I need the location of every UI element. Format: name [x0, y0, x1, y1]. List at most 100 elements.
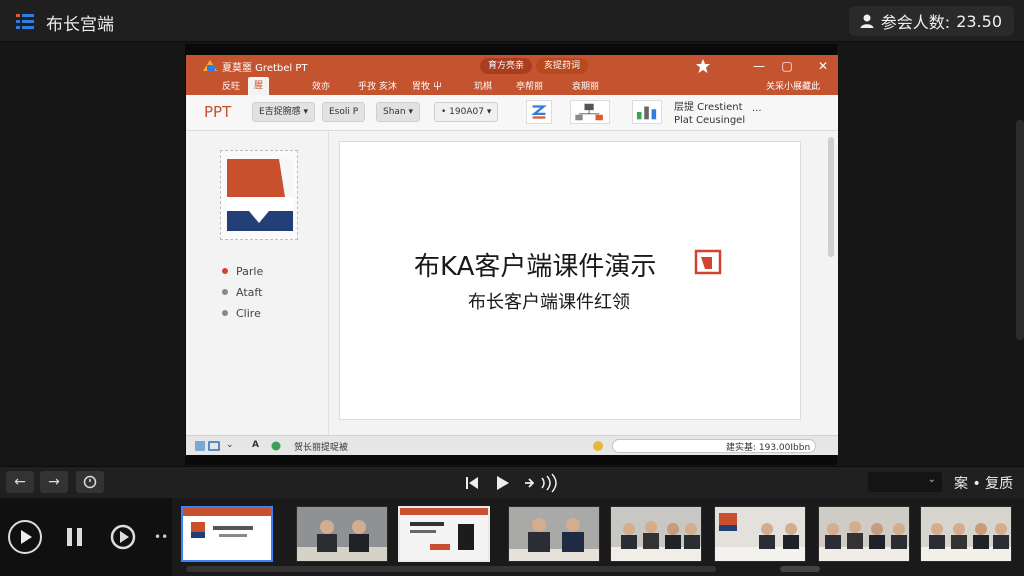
thumbnail-meeting-3[interactable]: [610, 506, 702, 562]
ppt-ribbon: PPT E吉捉腕感 ▾ Esoli P Shan ▾ • 190A07 ▾ 层提…: [186, 95, 838, 131]
header-pill-2[interactable]: 亥提荮词: [536, 58, 589, 74]
tab-6[interactable]: 玑棋: [474, 79, 492, 92]
minimize-icon[interactable]: —: [750, 58, 768, 74]
participants-label: 参会人数:: [880, 13, 951, 32]
status-dot-icon: [271, 441, 281, 451]
presentation-control-bar: ← → ⌄ 案 • 复质: [0, 466, 1024, 498]
tab-5[interactable]: 胃牧 屮: [412, 79, 442, 92]
thumbnail-scrollbar[interactable]: [186, 566, 716, 572]
bullet-item-2: Ataft: [222, 286, 262, 299]
thumbnail-meeting-graphic: [819, 507, 909, 561]
grid-icon[interactable]: [194, 440, 206, 452]
ribbon-dropdown-1-label: E吉捉腕感: [259, 107, 301, 117]
shapes-icon[interactable]: [526, 100, 552, 124]
bottom-panel: ••: [0, 498, 1024, 576]
tab-1[interactable]: 反旺: [222, 79, 240, 92]
back-arrow-button[interactable]: ←: [6, 471, 34, 493]
slide-thumbnail-pane: Parle Ataft Clire: [186, 132, 329, 435]
thumbnail-meeting-2[interactable]: [508, 506, 600, 562]
slide-box-icon: [694, 249, 722, 275]
thumbnail-meeting-5[interactable]: [818, 506, 910, 562]
text-icon[interactable]: A: [252, 440, 259, 450]
ppt-titlebar: 夏莫噩 Gretbel PT 育方亮亲 亥提荮词 — ▢ ✕: [186, 55, 838, 77]
thumbnail-meeting-4[interactable]: [714, 506, 806, 562]
zoom-label: • 190A07: [441, 107, 484, 117]
chevron-down-icon[interactable]: ⌄: [226, 440, 234, 450]
view-icon[interactable]: [208, 440, 220, 452]
bullet-item-1: Parle: [222, 265, 263, 278]
ribbon-dropdown-3[interactable]: Shan ▾: [376, 102, 421, 122]
top-bar: 布长宫端 参会人数: 23.50: [0, 0, 1024, 42]
thumbnail-scrollbar-thumb[interactable]: [780, 566, 820, 572]
star-icon[interactable]: [694, 58, 712, 74]
maximize-icon[interactable]: ▢: [778, 58, 796, 74]
slide-subtitle: 布长客户端课件红领: [468, 292, 630, 313]
quality-select[interactable]: ⌄: [868, 472, 942, 492]
ribbon-dropdown-3-label: Shan: [383, 107, 406, 117]
thumbnail-slide-2[interactable]: [398, 506, 490, 562]
bullet-item-1-label: Parle: [236, 265, 264, 278]
slide-thumbnail-graphic: [227, 159, 293, 231]
ribbon-right-text[interactable]: 层提 Crestient Plat Ceusingel: [674, 101, 745, 127]
thumbnail-meeting-graphic: [715, 507, 805, 561]
slide-canvas[interactable]: 布KA客户端课件演示 布长客户端课件红领: [339, 141, 801, 420]
ribbon-button-2[interactable]: Esoli P: [322, 102, 366, 122]
ppt-window: 夏莫噩 Gretbel PT 育方亮亲 亥提荮词 — ▢ ✕ 反旺 腥 效亦 乎…: [186, 55, 838, 455]
bullet-dot: [222, 289, 228, 295]
right-scrollbar[interactable]: [1016, 120, 1024, 340]
pause-icon[interactable]: [62, 524, 88, 550]
tab-2[interactable]: 腥: [248, 77, 270, 95]
emoji-icon[interactable]: [592, 440, 604, 452]
status-right-text: 建实基: 193.00Ibbn: [726, 443, 811, 453]
header-pill-1[interactable]: 育方亮亲: [480, 58, 533, 74]
play-button[interactable]: [8, 520, 42, 554]
ppt-window-title: 夏莫噩 Gretbel PT: [222, 63, 308, 74]
close-icon[interactable]: ✕: [814, 58, 832, 74]
participants-count: 23.50: [956, 11, 1002, 31]
bullet-dot: [222, 310, 228, 316]
app-title: 布长宫端: [46, 15, 114, 35]
app-logo-icon: [16, 14, 34, 29]
play-icon[interactable]: [492, 473, 512, 493]
skip-back-icon[interactable]: [462, 473, 482, 493]
ribbon-right-text-line1: 层提 Crestient: [674, 102, 743, 113]
chart-icon[interactable]: [632, 100, 662, 124]
ribbon-right-text-line2: Plat Ceusingel: [674, 115, 746, 126]
thumbnail-meeting-6[interactable]: [920, 506, 1012, 562]
ribbon-ellipsis[interactable]: ...: [752, 103, 762, 114]
tab-8[interactable]: 衰期丽: [572, 79, 599, 92]
bullet-dot: [222, 268, 228, 274]
thumbnail-meeting-graphic: [921, 507, 1011, 561]
thumbnail-meeting-1[interactable]: [296, 506, 388, 562]
tab-3[interactable]: 效亦: [312, 79, 330, 92]
bullet-item-2-label: Ataft: [236, 286, 263, 299]
thumbnail-slide-graphic: [183, 508, 271, 538]
tab-4[interactable]: 乎孜 亥沐: [358, 79, 397, 92]
chevron-down-icon: ⌄: [927, 474, 936, 485]
ppt-status-bar: ⌄ A 贺长丽提哫被 建实基: 193.00Ibbn: [186, 435, 838, 455]
ppt-ribbon-tabs: 反旺 腥 效亦 乎孜 亥沐 胃牧 屮 玑棋 亭帮丽 衰期丽 关采小展藏此: [186, 77, 838, 95]
thumbnail-meeting-graphic: [509, 507, 599, 561]
bullet-item-3-label: Clire: [236, 307, 261, 320]
zoom-dropdown[interactable]: • 190A07 ▾: [434, 102, 499, 122]
thumbnail-meeting-graphic: [611, 507, 701, 561]
quality-label[interactable]: 案 • 复质: [954, 473, 1013, 493]
thumbnail-slide-graphic: [400, 508, 488, 550]
slide-thumbnail[interactable]: [220, 150, 298, 240]
tab-7[interactable]: 亭帮丽: [516, 79, 543, 92]
replay-icon[interactable]: [108, 522, 138, 552]
bullet-item-3: Clire: [222, 307, 261, 320]
ribbon-dropdown-1[interactable]: E吉捉腕感 ▾: [252, 102, 316, 122]
volume-icon[interactable]: [522, 473, 564, 493]
participants-badge[interactable]: 参会人数: 23.50: [848, 6, 1014, 36]
slide-scrollbar[interactable]: [828, 137, 834, 257]
ppt-app-icon: [203, 60, 217, 72]
clock-icon[interactable]: [76, 471, 104, 493]
diagram-icon[interactable]: [570, 100, 610, 124]
thumbnail-slide-1[interactable]: [181, 506, 273, 562]
ppt-logo-text: PPT: [204, 103, 232, 121]
slide-title: 布KA客户端课件演示: [414, 252, 657, 282]
more-icon[interactable]: ••: [154, 530, 168, 544]
forward-arrow-button[interactable]: →: [40, 471, 68, 493]
tab-9[interactable]: 关采小展藏此: [766, 79, 820, 92]
